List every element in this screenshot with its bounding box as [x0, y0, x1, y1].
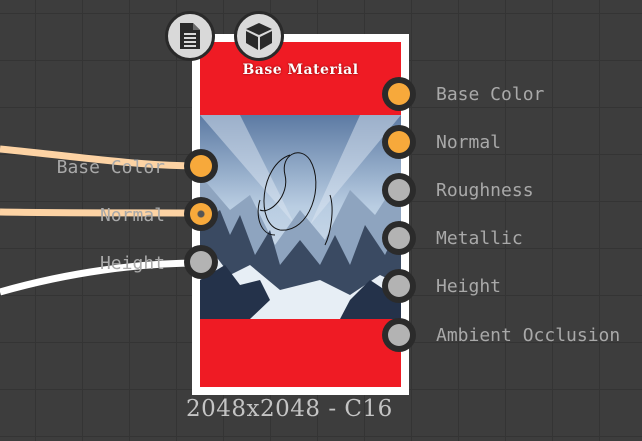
output-label-roughness: Roughness	[436, 180, 534, 201]
node-title: Base Material	[242, 62, 359, 78]
input-label-base-color: Base Color	[56, 157, 165, 178]
thumbnail-preview	[200, 115, 401, 319]
input-label-height: Height	[99, 253, 165, 274]
input-label-normal: Normal	[99, 205, 165, 226]
material-node[interactable]: Base Material	[192, 34, 409, 395]
output-port-roughness[interactable]	[382, 173, 416, 207]
node-resolution: 2048x2048 - C16	[186, 396, 393, 422]
output-label-base-color: Base Color	[436, 84, 545, 105]
output-port-ambient-occlusion[interactable]	[382, 318, 416, 352]
output-port-base-color[interactable]	[382, 77, 416, 111]
output-label-height: Height	[436, 276, 502, 297]
input-port-normal[interactable]	[184, 197, 218, 231]
output-label-normal: Normal	[436, 132, 502, 153]
output-port-height[interactable]	[382, 269, 416, 303]
output-label-metallic: Metallic	[436, 228, 523, 249]
cube-icon[interactable]	[234, 11, 284, 61]
input-port-height[interactable]	[184, 245, 218, 279]
input-port-base-color[interactable]	[184, 149, 218, 183]
output-port-normal[interactable]	[382, 125, 416, 159]
document-icon[interactable]	[165, 11, 215, 61]
node-body: Base Material	[200, 42, 401, 387]
output-port-metallic[interactable]	[382, 221, 416, 255]
output-label-ambient-occlusion: Ambient Occlusion	[436, 325, 621, 346]
